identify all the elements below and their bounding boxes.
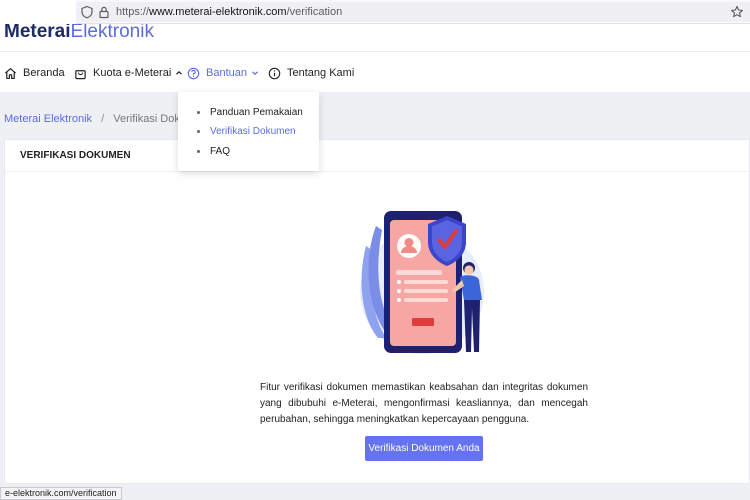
- url-scheme: https://: [116, 6, 150, 18]
- logo-bold-text: Meterai: [4, 24, 71, 42]
- verification-description: Fitur verifikasi dokumen memastikan keab…: [260, 382, 588, 425]
- lock-icon[interactable]: [97, 5, 111, 19]
- nav-bantuan[interactable]: Bantuan: [187, 65, 259, 81]
- shopping-bag-icon: [75, 69, 86, 79]
- browser-toolbar-left: [0, 0, 76, 24]
- menu-item-faq[interactable]: FAQ: [197, 146, 230, 157]
- phone-security-illustration: [360, 211, 484, 354]
- tracking-protection-shield-icon[interactable]: [80, 5, 94, 19]
- nav-tentang-kami[interactable]: Tentang Kami: [268, 65, 354, 81]
- nav-bantuan-label: Bantuan: [206, 67, 247, 79]
- menu-item-verifikasi-dokumen[interactable]: Verifikasi Dokumen: [197, 126, 296, 137]
- chevron-down-icon: [252, 71, 258, 76]
- chevron-up-icon: [176, 70, 183, 75]
- bullet-icon: [197, 150, 200, 153]
- help-circle-icon: [187, 67, 200, 79]
- bantuan-dropdown-menu: Panduan Pemakaian Verifikasi Dokumen FAQ: [178, 92, 319, 171]
- menu-item-label: FAQ: [210, 146, 231, 157]
- card-title: VERIFIKASI DOKUMEN: [5, 140, 749, 172]
- main-nav: Beranda Kuota e-Meterai Bantuan Tentang …: [0, 52, 750, 92]
- url-text[interactable]: https://www.meterai-elektronik.com/verif…: [116, 6, 342, 18]
- nav-kuota-e-meterai[interactable]: Kuota e-Meterai: [74, 65, 183, 81]
- bullet-icon: [197, 111, 200, 114]
- home-icon: [5, 67, 16, 79]
- nav-kuota-label: Kuota e-Meterai: [93, 67, 172, 79]
- nav-tentang-label: Tentang Kami: [287, 67, 355, 79]
- breadcrumb: Meterai Elektronik / Verifikasi Dokumen: [4, 113, 207, 125]
- bullet-icon: [197, 130, 200, 133]
- site-header: MeteraiElektronik: [0, 24, 750, 52]
- nav-beranda-label: Beranda: [23, 67, 65, 79]
- menu-item-panduan-pemakaian[interactable]: Panduan Pemakaian: [197, 107, 303, 118]
- breadcrumb-home-link[interactable]: Meterai Elektronik: [4, 113, 92, 125]
- browser-status-link-preview: e-elektronik.com/verification: [0, 487, 122, 500]
- site-logo[interactable]: MeteraiElektronik: [4, 24, 154, 43]
- nav-beranda[interactable]: Beranda: [4, 65, 65, 81]
- menu-item-label: Verifikasi Dokumen: [210, 126, 296, 137]
- verify-document-button[interactable]: Verifikasi Dokumen Anda: [365, 436, 483, 461]
- url-domain: www.meterai-elektronik.com: [149, 6, 287, 18]
- menu-item-label: Panduan Pemakaian: [210, 107, 303, 118]
- breadcrumb-separator: /: [101, 113, 105, 125]
- logo-light-text: Elektronik: [70, 24, 154, 42]
- info-icon: [268, 67, 281, 79]
- url-path: /verification: [286, 6, 343, 18]
- browser-url-bar: https://www.meterai-elektronik.com/verif…: [0, 0, 750, 24]
- bookmark-star-icon[interactable]: [730, 5, 744, 19]
